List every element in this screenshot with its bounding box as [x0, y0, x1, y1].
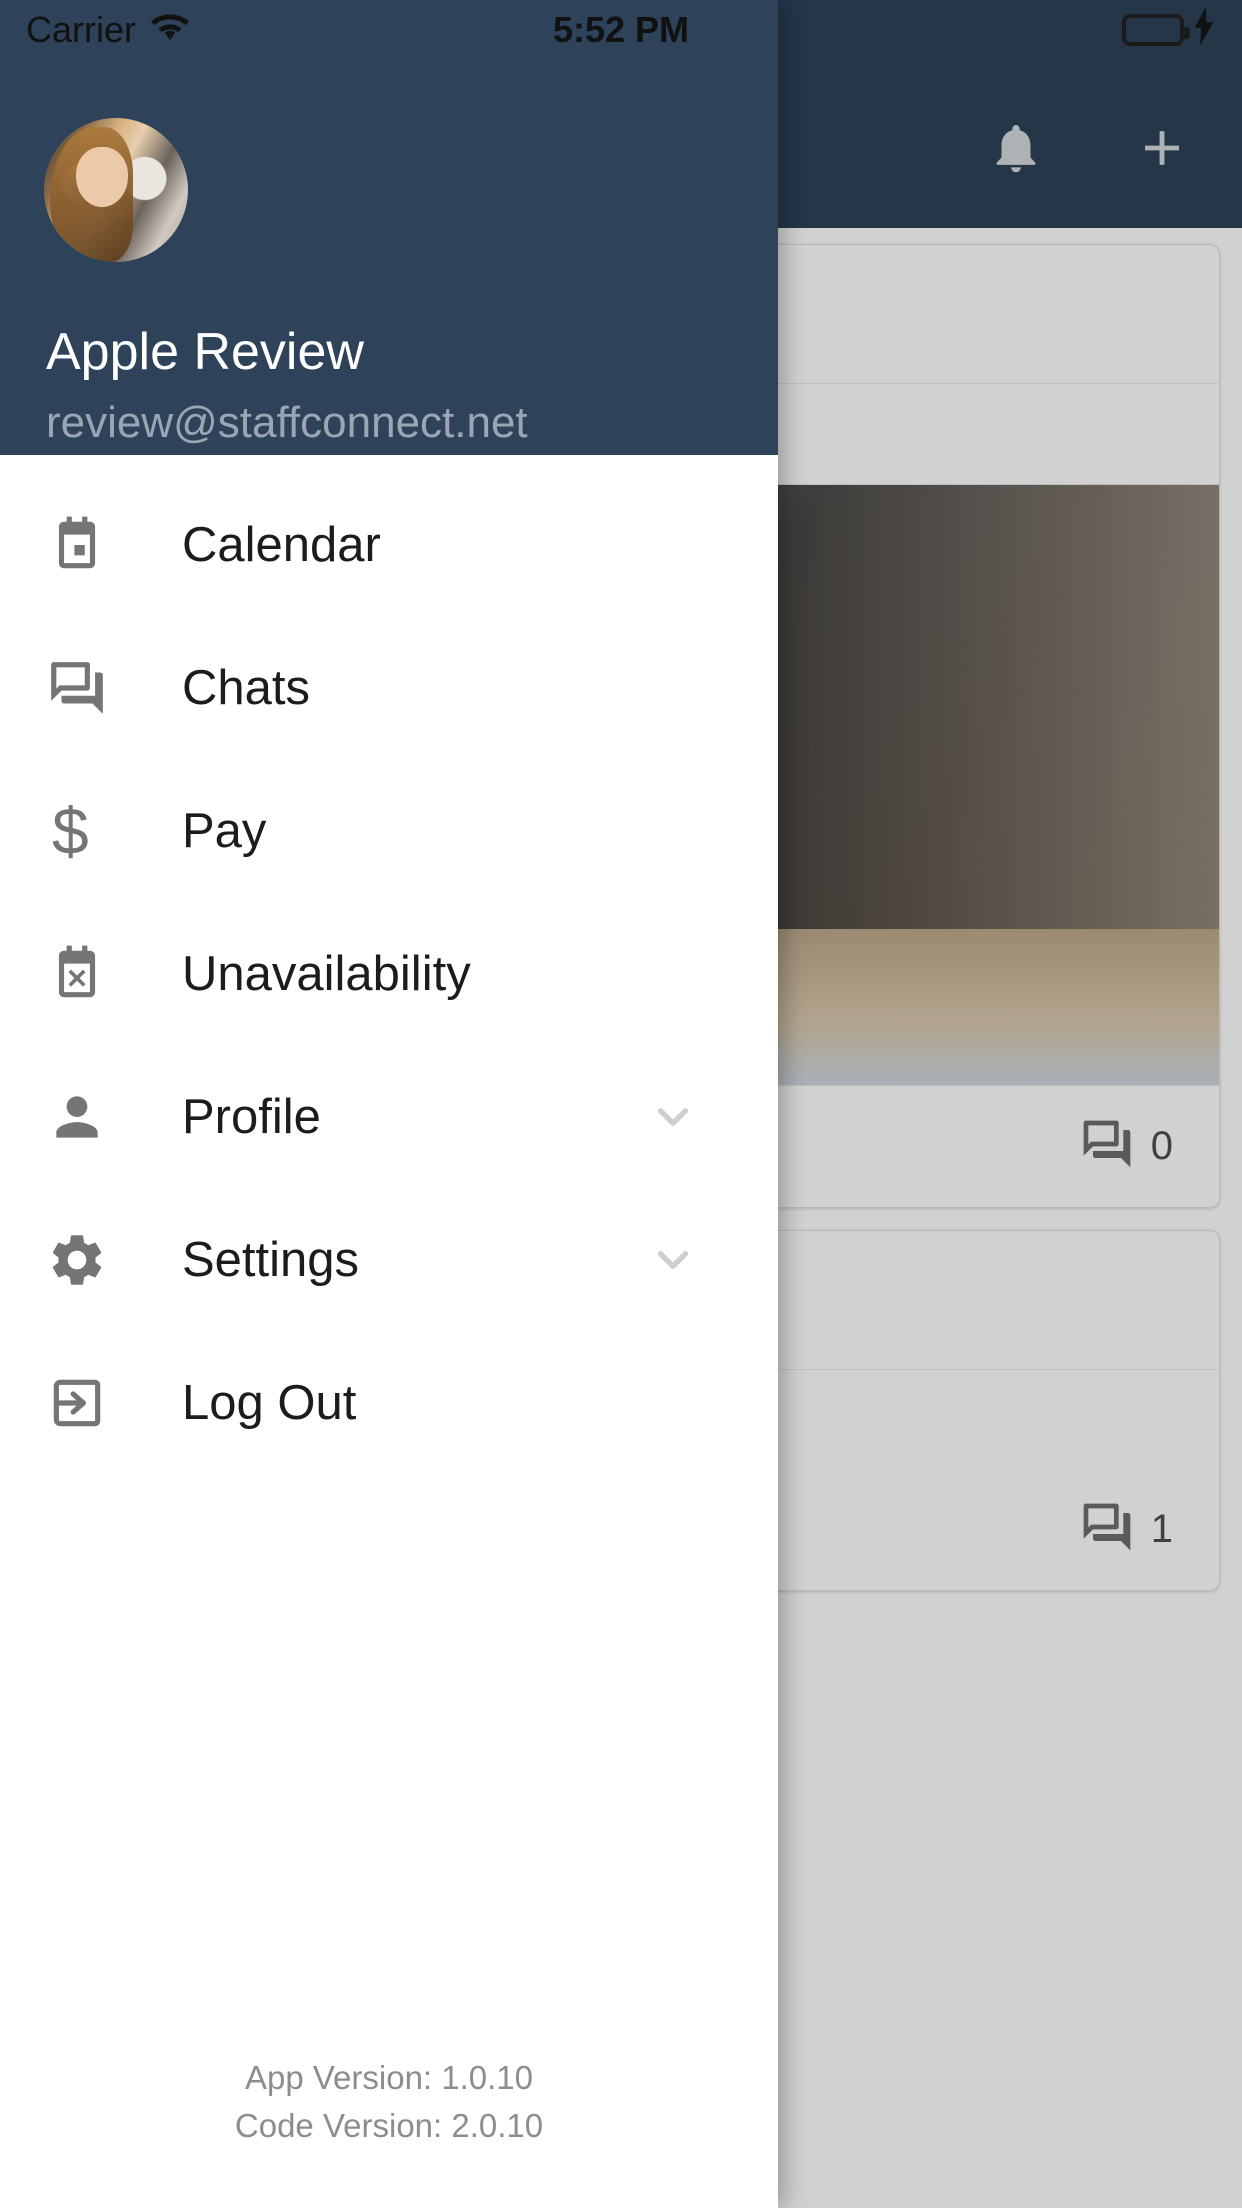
status-bar-right: [1122, 6, 1216, 54]
comment-count: 1: [1150, 1507, 1173, 1552]
navigation-drawer: Apple Review review@staffconnect.net Cal…: [0, 0, 778, 2208]
sidebar-item-log-out[interactable]: Log Out: [0, 1331, 778, 1474]
lightning-bolt-icon: [1192, 6, 1216, 54]
sidebar-item-settings[interactable]: Settings: [0, 1188, 778, 1331]
sidebar-item-label: Calendar: [182, 517, 381, 572]
phone-screen: fice today! Can't wait ng campaign that …: [0, 0, 1242, 2208]
chevron-down-icon[interactable]: [648, 1092, 698, 1142]
notifications-button[interactable]: [980, 112, 1052, 184]
carrier-label: Carrier: [26, 9, 137, 50]
user-email: review@staffconnect.net: [46, 398, 528, 447]
calendar-icon: [46, 514, 122, 576]
comment-icon[interactable]: [1079, 1499, 1135, 1560]
sidebar-item-pay[interactable]: $ Pay: [0, 759, 778, 902]
logout-icon: [46, 1372, 122, 1434]
sidebar-item-label: Settings: [182, 1232, 360, 1287]
app-version-label: App Version: 1.0.10: [244, 2059, 534, 2097]
comment-count: 0: [1150, 1123, 1173, 1168]
calendar-x-icon: [46, 943, 122, 1005]
sidebar-item-label: Unavailability: [182, 946, 471, 1001]
sidebar-item-calendar[interactable]: Calendar: [0, 473, 778, 616]
app-header-actions: [980, 112, 1198, 184]
sidebar-item-profile[interactable]: Profile: [0, 1045, 778, 1188]
drawer-menu: Calendar Chats $ Pay Unavailability Prof…: [0, 455, 778, 2054]
user-name: Apple Review: [46, 323, 364, 381]
add-button[interactable]: [1126, 112, 1198, 184]
bell-icon: [987, 117, 1045, 179]
sidebar-item-chats[interactable]: Chats: [0, 616, 778, 759]
status-bar-left: Carrier: [26, 9, 190, 52]
plus-icon: [1133, 119, 1191, 177]
sidebar-item-label: Chats: [182, 660, 311, 715]
chevron-down-icon[interactable]: [648, 1235, 698, 1285]
drawer-header: Apple Review review@staffconnect.net: [0, 0, 778, 455]
drawer-footer: App Version: 1.0.10 Code Version: 2.0.10: [0, 2054, 778, 2208]
comment-icon[interactable]: [1079, 1116, 1135, 1177]
sidebar-item-label: Log Out: [182, 1375, 357, 1430]
sidebar-item-label: Profile: [182, 1089, 321, 1144]
user-avatar-photo[interactable]: [44, 118, 188, 262]
gear-icon: [46, 1229, 122, 1291]
code-version-label: Code Version: 2.0.10: [234, 2107, 544, 2145]
person-icon: [46, 1086, 122, 1148]
sidebar-item-unavailability[interactable]: Unavailability: [0, 902, 778, 1045]
status-bar: Carrier 5:52 PM: [0, 0, 1242, 60]
dollar-sign-icon: $: [52, 793, 89, 868]
battery-full-icon: [1122, 14, 1190, 46]
sidebar-item-label: Pay: [182, 803, 267, 858]
wifi-icon: [150, 9, 190, 52]
chat-bubbles-icon: [46, 657, 122, 719]
